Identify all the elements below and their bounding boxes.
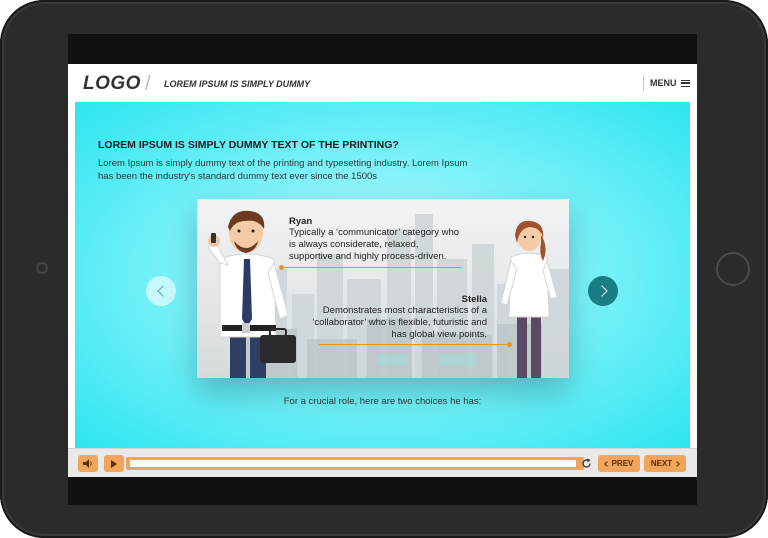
- title-separator: /: [145, 73, 151, 95]
- stella-pointer-line: [319, 344, 509, 345]
- tablet-screen: LOGO / LOREM IPSUM IS SIMPLY DUMMY MENU …: [68, 34, 697, 505]
- slide-content: LOREM IPSUM IS SIMPLY DUMMY TEXT OF THE …: [75, 102, 690, 448]
- menu-divider: [643, 75, 644, 91]
- stella-character-illustration: [500, 220, 558, 378]
- menu-button[interactable]: MENU: [650, 78, 690, 88]
- next-button[interactable]: NEXT: [644, 455, 686, 472]
- prev-button[interactable]: PREV: [598, 455, 640, 472]
- chevron-right-icon: [674, 460, 681, 467]
- menu-label: MENU: [650, 78, 677, 88]
- elearning-player: LOGO / LOREM IPSUM IS SIMPLY DUMMY MENU …: [68, 64, 697, 477]
- slide-heading: LOREM IPSUM IS SIMPLY DUMMY TEXT OF THE …: [98, 139, 399, 151]
- audio-button[interactable]: [78, 455, 98, 472]
- play-icon: [111, 459, 117, 468]
- reload-icon: [581, 458, 591, 468]
- slide-next-button[interactable]: [588, 276, 618, 306]
- stella-name: Stella: [461, 294, 487, 305]
- stella-pointer-dot: [507, 342, 512, 347]
- reload-button[interactable]: [578, 457, 594, 470]
- hamburger-icon: [680, 79, 690, 87]
- stella-description: Demonstrates most characteristics of a ‘…: [312, 305, 487, 340]
- camera-icon: [36, 262, 48, 274]
- player-controls: PREV NEXT: [68, 448, 697, 477]
- speaker-icon: [83, 459, 92, 468]
- chevron-right-icon: [595, 285, 608, 297]
- slide-intro: Lorem Ipsum is simply dummy text of the …: [98, 158, 468, 182]
- home-button[interactable]: [716, 252, 750, 286]
- app-header: LOGO / LOREM IPSUM IS SIMPLY DUMMY MENU: [68, 64, 697, 102]
- tablet-frame: LOGO / LOREM IPSUM IS SIMPLY DUMMY MENU …: [0, 0, 768, 538]
- progress-track: [130, 460, 576, 467]
- character-scene: Ryan Typically a ‘communicator’ category…: [197, 199, 569, 378]
- ryan-pointer-line: [281, 267, 461, 268]
- ryan-description: Typically a ‘communicator’ category who …: [289, 227, 460, 262]
- slide-prev-button[interactable]: [146, 276, 176, 306]
- ryan-name: Ryan: [289, 216, 313, 227]
- chevron-left-icon: [156, 285, 169, 297]
- prev-label: PREV: [611, 459, 634, 468]
- play-button[interactable]: [104, 455, 124, 472]
- logo: LOGO: [83, 73, 141, 94]
- course-title: LOREM IPSUM IS SIMPLY DUMMY: [164, 79, 311, 89]
- progress-bar[interactable]: [126, 457, 584, 470]
- next-label: NEXT: [650, 459, 673, 468]
- ryan-character-illustration: [207, 210, 296, 378]
- slide-caption: For a crucial role, here are two choices…: [283, 396, 482, 407]
- chevron-left-icon: [603, 460, 610, 467]
